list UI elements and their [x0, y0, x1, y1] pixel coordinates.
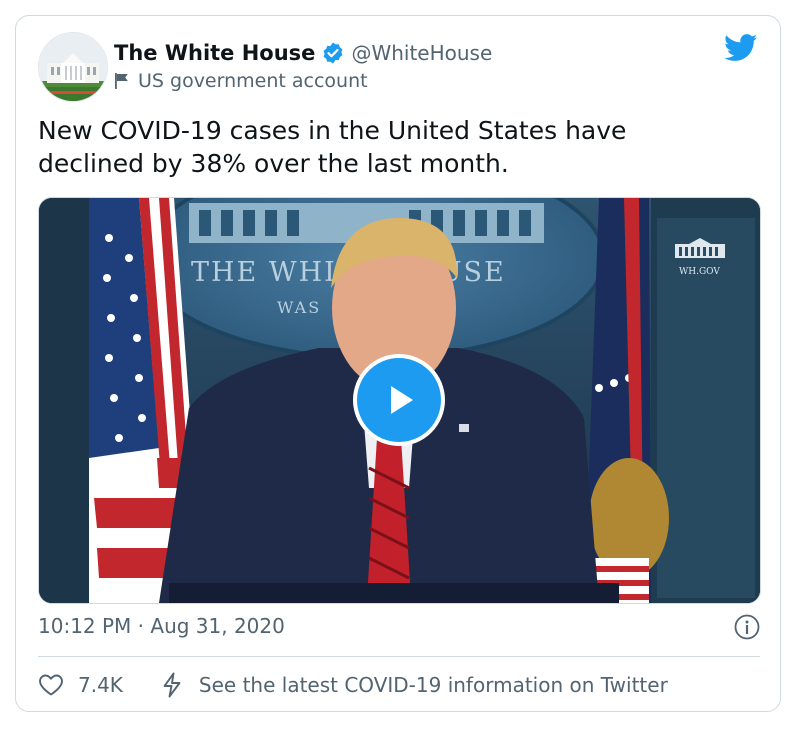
- like-button[interactable]: 7.4K: [38, 673, 123, 697]
- covid-info-link[interactable]: See the latest COVID-19 information on T…: [161, 672, 668, 698]
- play-icon: [391, 386, 413, 414]
- covid-info-text: See the latest COVID-19 information on T…: [198, 673, 668, 697]
- tweet-timestamp[interactable]: 10:12 PM · Aug 31, 2020: [38, 614, 285, 638]
- account-label-text: US government account: [138, 70, 368, 92]
- handle[interactable]: @WhiteHouse: [351, 41, 492, 65]
- avatar[interactable]: [38, 32, 108, 102]
- white-house-avatar-image: [39, 33, 107, 101]
- display-name[interactable]: The White House: [114, 41, 315, 65]
- info-icon[interactable]: [734, 614, 760, 640]
- flag-icon: [115, 73, 128, 89]
- account-label: US government account: [114, 68, 368, 94]
- play-button[interactable]: [353, 354, 445, 446]
- verified-badge-icon: [324, 42, 343, 64]
- seal-subtext: WAS: [277, 298, 321, 317]
- like-count: 7.4K: [78, 673, 123, 697]
- twitter-bird-icon[interactable]: [724, 34, 758, 62]
- video-player[interactable]: THE WHITE HOUSE WAS WH.GOV: [38, 197, 761, 604]
- heart-icon: [39, 674, 63, 696]
- divider: [38, 656, 760, 657]
- wh-gov-logo: WH.GOV: [679, 267, 720, 277]
- lightning-icon: [163, 672, 181, 698]
- tweet-text: New COVID-19 cases in the United States …: [38, 116, 627, 178]
- tweet-actions: 7.4K See the latest COVID-19 information…: [38, 668, 668, 702]
- tweet-card[interactable]: The White House @WhiteHouse US governmen…: [15, 15, 781, 712]
